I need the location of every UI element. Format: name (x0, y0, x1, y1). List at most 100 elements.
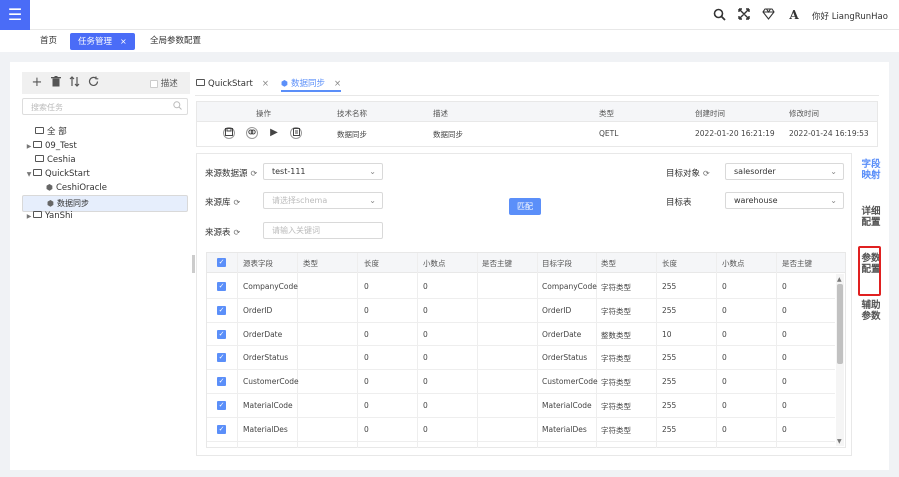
column-header: 是否主键 (782, 259, 812, 268)
task-search-input[interactable]: 搜索任务 (22, 98, 188, 115)
search-icon[interactable] (712, 8, 726, 22)
table-cell: 0 (423, 282, 428, 291)
diamond-icon[interactable] (761, 8, 775, 22)
row-checkbox[interactable]: ✓ (217, 377, 226, 387)
editor-tab-data-sync[interactable]: ⬢ 数据同步 × (281, 76, 342, 92)
table-cell: 255 (662, 401, 677, 410)
nav-bar (0, 30, 899, 52)
close-icon[interactable]: × (334, 79, 341, 89)
column-divider (417, 253, 418, 448)
tree-item-09-test[interactable]: ▶ 09_Test (22, 139, 188, 153)
save-icon[interactable] (223, 127, 235, 139)
close-icon[interactable]: × (262, 79, 269, 89)
row-checkbox[interactable]: ✓ (217, 353, 226, 363)
side-tab-aux-params[interactable]: 辅助参数 (860, 300, 882, 322)
column-header: 类型 (599, 109, 614, 118)
table-cell: 255 (662, 282, 677, 291)
tree-item-quickstart[interactable]: ▼ QuickStart (22, 167, 188, 181)
refresh-icon[interactable]: ⟳ (251, 169, 258, 178)
chevron-right-icon[interactable]: ▶ (25, 210, 33, 224)
highlight-box (858, 246, 881, 296)
link-icon[interactable] (246, 127, 258, 139)
add-icon[interactable]: + (30, 76, 44, 90)
match-button[interactable]: 匹配 (509, 198, 541, 215)
refresh-icon[interactable]: ⟳ (234, 228, 241, 237)
editor-tab-quickstart[interactable]: QuickStart × (196, 76, 269, 92)
chevron-down-icon[interactable]: ▼ (25, 168, 33, 182)
target-table-select[interactable]: warehouse ⌄ (725, 192, 844, 209)
table-cell: OrderID (542, 305, 572, 315)
row-checkbox[interactable]: ✓ (217, 282, 226, 291)
field-mapping-table (206, 252, 846, 448)
tree-item-ceshia[interactable]: Ceshia (22, 153, 188, 167)
table-cell: 255 (662, 377, 677, 387)
scroll-down-icon[interactable]: ▼ (837, 438, 842, 445)
row-checkbox[interactable]: ✓ (217, 305, 226, 315)
description-toggle[interactable]: 描述 (150, 77, 178, 89)
tree-item-yanshi[interactable]: ▶ YanShi (22, 209, 188, 223)
font-size-icon[interactable]: A (787, 8, 801, 22)
table-cell: 0 (782, 424, 787, 434)
row-checkbox[interactable]: ✓ (217, 401, 226, 410)
target-object-label: 目标对象 ⟳ (666, 167, 710, 179)
column-header: 源表字段 (243, 259, 273, 268)
tech-name-cell: 数据同步 (337, 130, 367, 139)
scroll-up-icon[interactable]: ▲ (837, 276, 842, 283)
row-checkbox[interactable]: ✓ (217, 424, 226, 434)
user-greeting[interactable]: 你好 LiangRunHao (812, 10, 888, 22)
source-table-input[interactable]: 请输入关键词 (263, 222, 383, 239)
side-tab-field-mapping[interactable]: 字段映射 (860, 159, 882, 181)
refresh-icon[interactable] (86, 76, 100, 91)
table-cell: 0 (364, 401, 369, 410)
table-cell: 0 (364, 329, 369, 339)
description-checkbox[interactable] (150, 79, 158, 88)
task-table-header (197, 102, 877, 122)
hamburger-menu-icon[interactable]: ☰ (0, 0, 30, 30)
source-db-select[interactable]: 请选择schema ⌄ (263, 192, 383, 209)
source-datasource-select[interactable]: test-111 ⌄ (263, 163, 383, 180)
table-cell: 字符类型 (601, 354, 631, 364)
row-divider (207, 369, 835, 371)
cube-icon: ⬢ (46, 183, 53, 192)
nav-tab-global-params[interactable]: 全局参数配置 (142, 33, 209, 50)
chevron-down-icon: ⌄ (830, 196, 837, 205)
label-text: 来源表 (205, 228, 231, 238)
chevron-down-icon: ⌄ (369, 196, 376, 205)
row-divider (207, 345, 835, 347)
refresh-icon[interactable]: ⟳ (703, 169, 710, 178)
scrollbar-thumb[interactable] (837, 284, 843, 364)
close-icon[interactable]: × (120, 37, 127, 46)
modified-time-cell: 2022-01-24 16:19:53 (789, 129, 869, 138)
fullscreen-icon[interactable] (737, 8, 751, 22)
column-header: 类型 (601, 259, 616, 268)
row-checkbox[interactable]: ✓ (217, 329, 226, 339)
table-cell: MaterialDes (243, 424, 288, 434)
side-tab-detail-config[interactable]: 详细配置 (860, 206, 882, 228)
nav-tab-home[interactable]: 首页 (32, 33, 65, 50)
select-all-checkbox[interactable]: ✓ (217, 258, 226, 267)
tree-item-all[interactable]: 全 部 (22, 125, 188, 139)
label-text: 目标对象 (666, 169, 701, 179)
refresh-icon[interactable]: ⟳ (234, 198, 241, 207)
chevron-right-icon[interactable]: ▶ (25, 140, 33, 154)
document-icon[interactable] (290, 127, 302, 139)
table-cell: OrderDate (243, 329, 283, 339)
table-cell: 0 (364, 305, 369, 315)
table-cell: 0 (782, 329, 787, 339)
label-text: 来源库 (205, 198, 231, 208)
delete-icon[interactable] (49, 76, 63, 91)
nav-tab-task-management[interactable]: 任务管理 × (70, 33, 135, 50)
target-object-select[interactable]: salesorder ⌄ (725, 163, 844, 180)
select-value: warehouse (734, 196, 778, 205)
table-cell: CompanyCode (542, 282, 597, 291)
folder-icon (33, 169, 42, 176)
tree-item-ceshioracle[interactable]: ⬢ CeshiOracle (22, 181, 188, 195)
sort-icon[interactable] (67, 76, 81, 91)
panel-splitter[interactable] (192, 255, 195, 273)
row-divider (207, 393, 835, 394)
table-cell: OrderID (243, 305, 273, 315)
cube-icon: ⬢ (281, 79, 288, 88)
run-icon[interactable]: ▶ (268, 127, 280, 139)
table-cell: 字符类型 (601, 378, 631, 388)
table-cell: MaterialDes (542, 424, 587, 434)
